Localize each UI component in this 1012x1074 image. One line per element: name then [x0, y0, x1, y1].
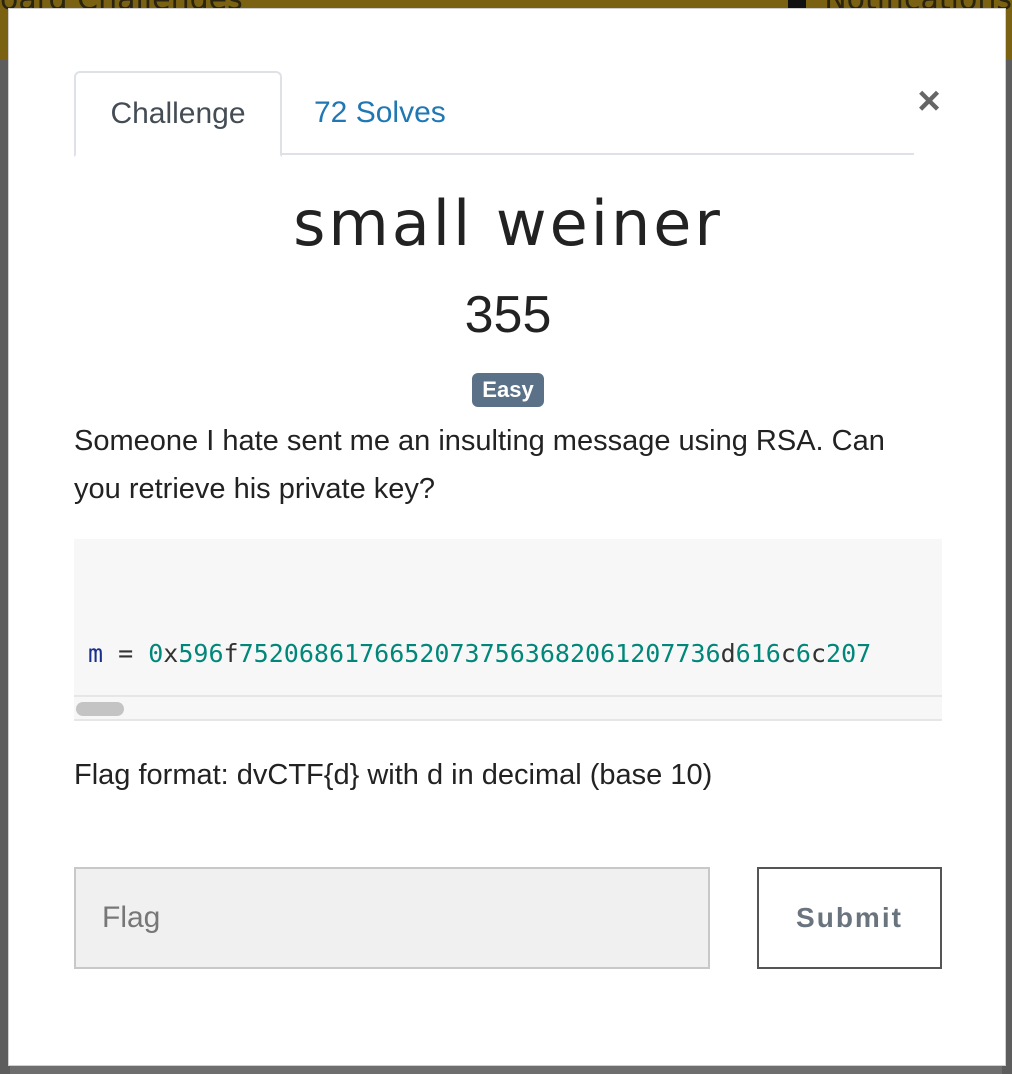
challenge-modal: Challenge 72 Solves × small weiner 355 E…	[8, 8, 1006, 1066]
difficulty-badge: Easy	[472, 373, 544, 407]
code-value: 0x596f75206861766520737563682061207736d6…	[148, 639, 872, 668]
submit-button[interactable]: Submit	[757, 867, 942, 969]
challenge-points: 355	[464, 286, 552, 344]
flag-format-note: Flag format: dvCTF{d} with d in decimal …	[74, 759, 713, 791]
close-icon[interactable]: ×	[907, 79, 951, 123]
challenge-description: Someone I hate sent me an insulting mess…	[74, 425, 885, 505]
tab-challenge[interactable]: Challenge	[74, 71, 282, 157]
code-scrollbar-thumb[interactable]	[76, 702, 124, 716]
code-var: m	[88, 639, 104, 668]
code-block[interactable]: m = 0x596f752068617665207375636820612077…	[74, 539, 942, 721]
challenge-name: small weiner	[293, 187, 723, 260]
code-scrollbar[interactable]	[74, 695, 942, 719]
difficulty-badge-wrap: Easy	[9, 373, 1007, 407]
challenge-tabs: Challenge 72 Solves	[74, 71, 914, 157]
code-op: =	[103, 639, 149, 668]
flag-input[interactable]	[74, 867, 710, 969]
code-line-m: m = 0x596f752068617665207375636820612077…	[88, 635, 871, 673]
tab-solves[interactable]: 72 Solves	[314, 71, 454, 155]
